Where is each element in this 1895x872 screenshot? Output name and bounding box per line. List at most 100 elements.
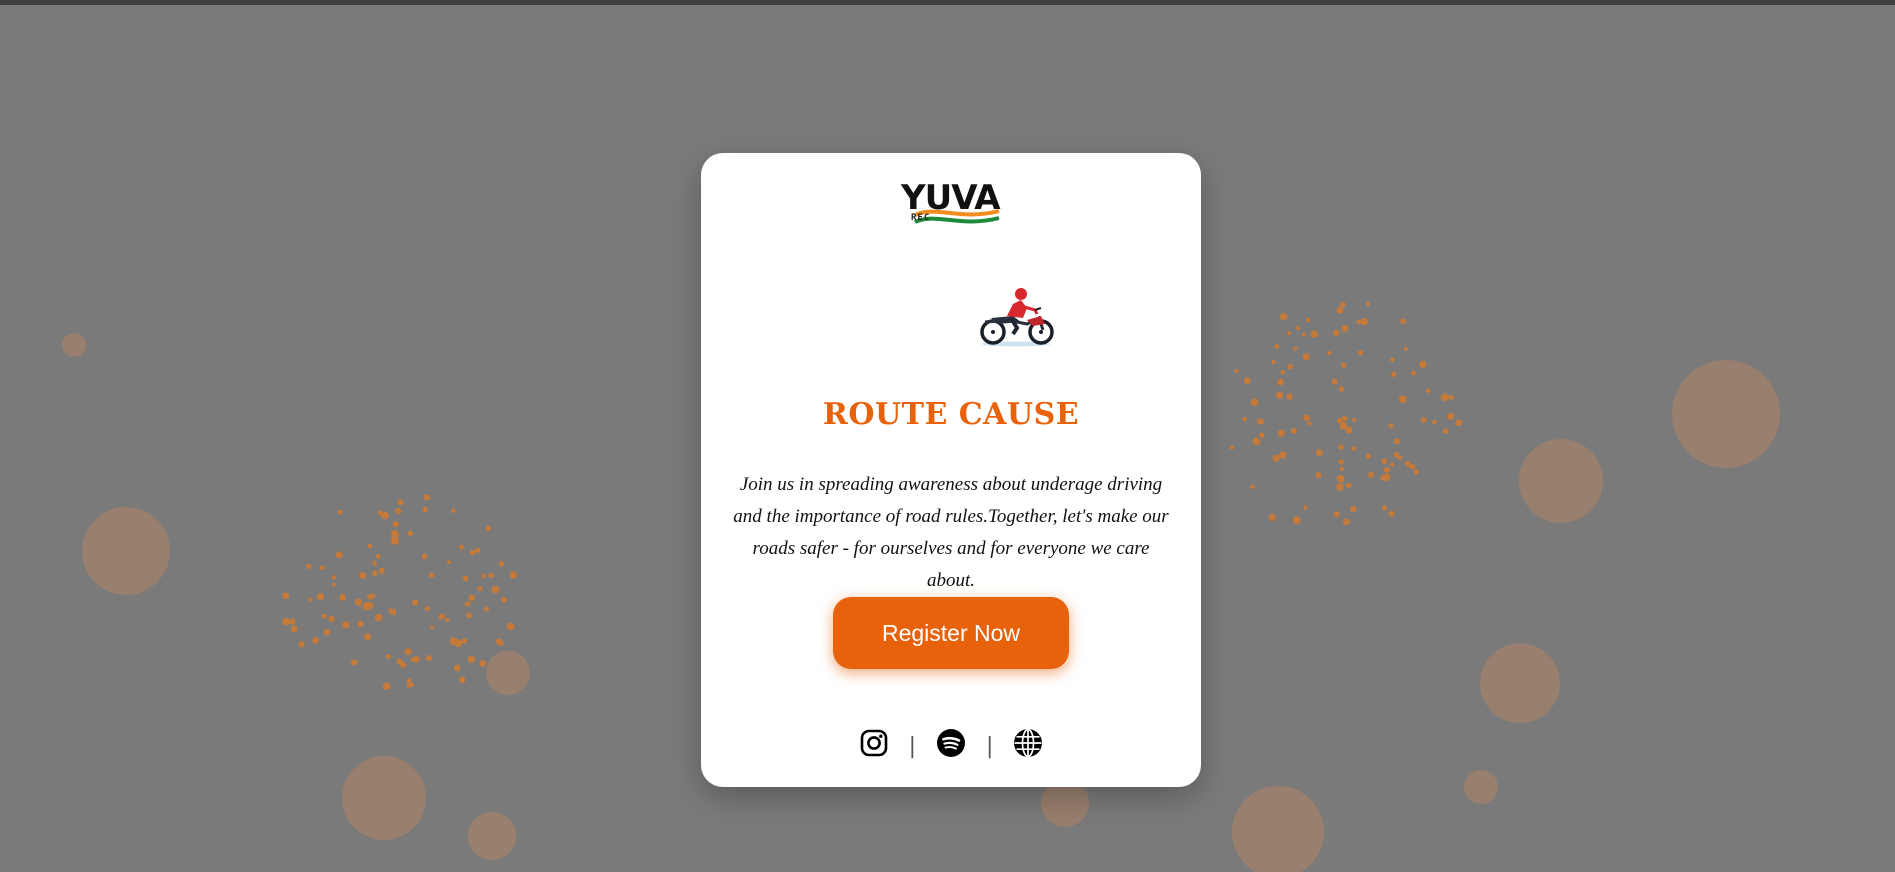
particle-dot (331, 582, 336, 587)
particle-dot (425, 655, 433, 662)
particle-dot (1408, 464, 1413, 469)
particle-dot (1274, 344, 1280, 349)
particle-dot (364, 633, 371, 641)
particle-dot (1368, 471, 1375, 478)
yuva-logo: YUVA REC (901, 181, 1001, 231)
particle-dot (388, 608, 393, 613)
particle-dot (462, 575, 469, 582)
separator: | (908, 733, 916, 759)
particle-dot (1413, 469, 1420, 475)
particle-dot (1390, 462, 1395, 467)
particle-dot (397, 499, 404, 506)
particle-dot (337, 509, 343, 515)
register-now-button[interactable]: Register Now (833, 597, 1069, 669)
particle-dot (331, 575, 337, 580)
particle-dot (479, 660, 487, 667)
particle-dot (1290, 428, 1297, 434)
particle-dot (1295, 326, 1300, 331)
social-links: | | (701, 725, 1201, 761)
particle-dot (483, 606, 490, 612)
logo-subtext: REC (911, 213, 931, 223)
particle-dot (1448, 394, 1454, 400)
particle-dot (1341, 325, 1349, 332)
particle-dot (1365, 453, 1372, 459)
particle-dot (494, 587, 500, 593)
particle-dot (506, 622, 515, 631)
particle-dot (451, 508, 456, 513)
particle-dot (1277, 378, 1284, 386)
motorcycle-rider-illustration (980, 288, 1054, 347)
particle-dot (1338, 459, 1344, 465)
particle-dot (351, 659, 358, 666)
particle-dot (444, 617, 450, 623)
particle-dot (1352, 417, 1357, 422)
particle-dot (1287, 331, 1292, 336)
particle-dot (306, 563, 312, 570)
particle-dot (1243, 377, 1251, 385)
particle-dot (498, 641, 504, 646)
particle-dot (1403, 346, 1408, 351)
instagram-icon[interactable] (859, 728, 889, 758)
particle-dot (1315, 472, 1322, 479)
particle-dot (488, 572, 494, 579)
particle-dot (1390, 357, 1395, 362)
particle-dot (335, 551, 343, 559)
particle-dot (1293, 346, 1298, 351)
particle-dot (392, 521, 399, 528)
particle-dot (453, 664, 461, 672)
particle-dot (308, 597, 313, 602)
separator: | (986, 733, 994, 759)
particle-dot (477, 586, 483, 592)
particle-dot (1455, 419, 1462, 426)
particle-dot (1342, 415, 1348, 421)
particle-dot (429, 625, 434, 630)
particle-dot (464, 601, 471, 607)
particle-dot (1327, 350, 1332, 356)
particle-dot (1440, 393, 1449, 402)
particle-dot (1302, 353, 1310, 361)
particle-dot (1365, 301, 1371, 306)
particle-dot (1391, 372, 1397, 377)
particle-dot (466, 612, 472, 619)
particle-dot (481, 573, 486, 579)
particle-dot (1280, 313, 1288, 321)
particle-dot (396, 658, 403, 665)
particle-dot (1337, 417, 1343, 424)
particle-dot (1399, 395, 1407, 404)
particle-dot (1242, 416, 1247, 422)
globe-icon[interactable] (1013, 728, 1043, 758)
page-title: ROUTE CAUSE (822, 397, 1080, 432)
particle-dot (1345, 482, 1352, 489)
particle-dot (1388, 510, 1395, 517)
particle-dot (1234, 369, 1239, 374)
particle-dot (385, 653, 391, 660)
particle-dot (357, 620, 364, 628)
particle-dot (1343, 518, 1350, 526)
particle-dot (1302, 332, 1307, 337)
particle-dot (359, 572, 366, 579)
particle-dot (1442, 428, 1449, 435)
particle-dot (1447, 412, 1454, 420)
particle-dot (1305, 317, 1311, 323)
particle-dot (1432, 420, 1437, 425)
particle-dot (282, 592, 290, 600)
particle-dot (421, 553, 428, 559)
particle-dot (1356, 319, 1362, 325)
particle-dot (1252, 437, 1261, 446)
particle-dot (428, 572, 435, 578)
particle-dot (438, 613, 445, 620)
particle-dot (391, 537, 399, 545)
particle-dot (1272, 454, 1280, 462)
particle-dot (382, 682, 391, 690)
particle-dot (1279, 451, 1287, 459)
particle-dot (423, 494, 430, 501)
particle-dot (1303, 505, 1308, 510)
particle-dot (1360, 317, 1369, 326)
particle-dot (1292, 516, 1301, 525)
description-text: Join us in spreading awareness about und… (733, 474, 1169, 591)
particle-dot (1286, 393, 1293, 400)
particle-dot (1411, 370, 1417, 376)
particle-dot (372, 560, 377, 566)
particle-dot (1336, 483, 1344, 491)
spotify-icon[interactable] (936, 728, 966, 758)
